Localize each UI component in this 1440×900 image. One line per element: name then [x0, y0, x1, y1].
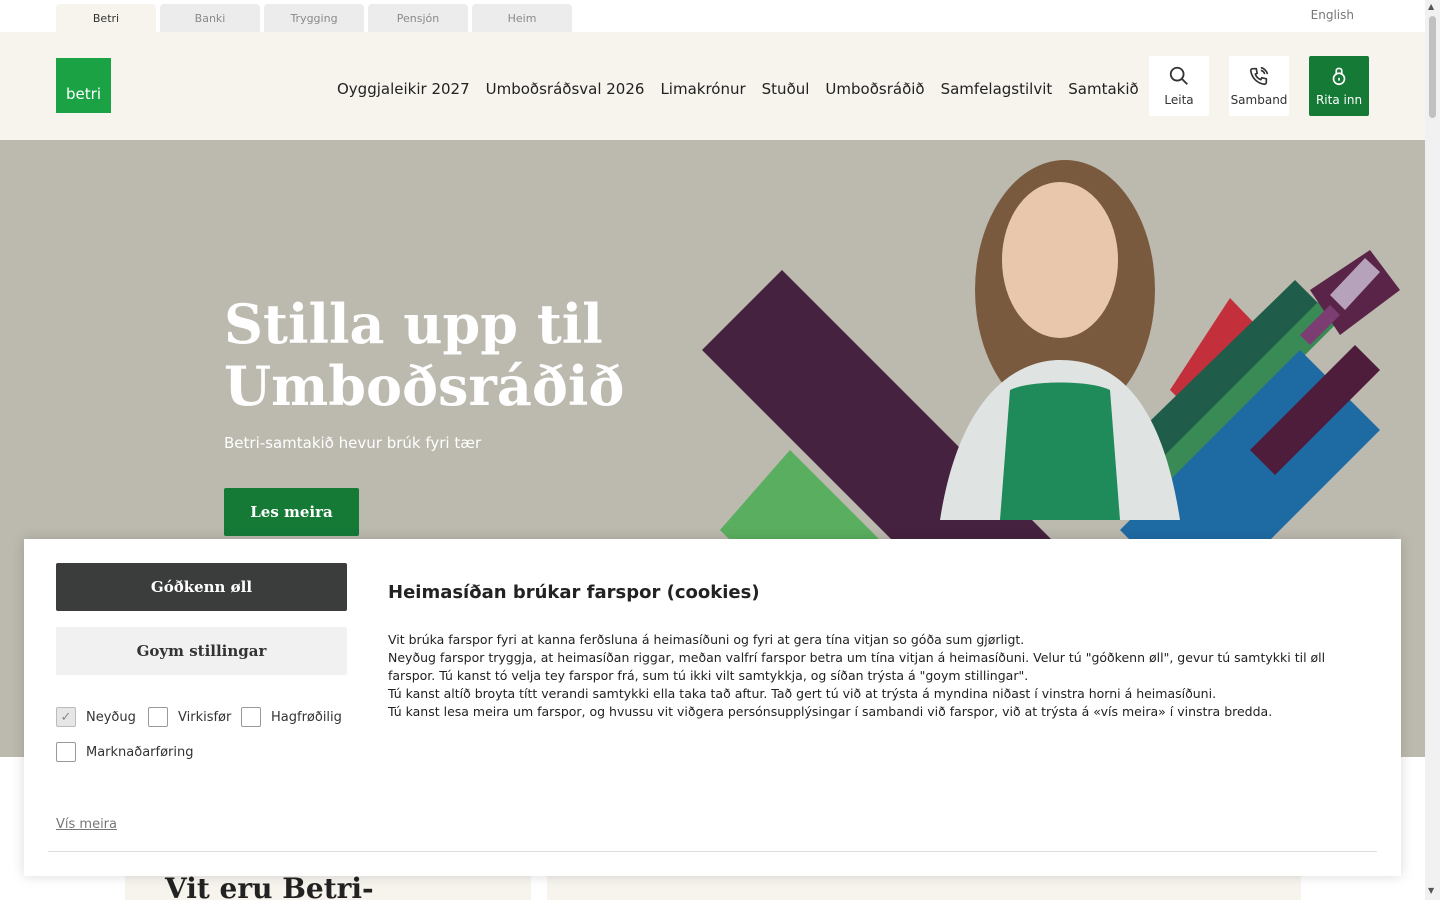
- main-nav: Oyggjaleikir 2027 Umboðsráðsval 2026 Lim…: [337, 80, 1139, 98]
- phone-icon: [1249, 66, 1269, 86]
- scrollbar-thumb[interactable]: [1429, 16, 1436, 118]
- brand-tab-bar: Betri Banki Trygging Pensjón Heim Englis…: [0, 0, 1425, 32]
- cookie-banner: Góðkenn øll Goym stillingar ✓ Neyðug Vir…: [24, 539, 1401, 876]
- lock-icon: [1332, 67, 1346, 86]
- language-link[interactable]: English: [1311, 8, 1354, 22]
- search-icon: [1169, 66, 1188, 85]
- tab-pensjon[interactable]: Pensjón: [368, 4, 468, 32]
- checkbox-label: Marknaðarføring: [86, 744, 194, 760]
- checkbox-box: [241, 707, 261, 727]
- tab-trygging[interactable]: Trygging: [264, 4, 364, 32]
- nav-item-umbodsradsval[interactable]: Umboðsráðsval 2026: [486, 80, 645, 98]
- checkbox-label: Hagfrøðilig: [271, 709, 342, 725]
- checkbox-label: Virkisfør: [178, 709, 232, 725]
- cookie-paragraph: Neyðug farspor tryggja, at heimasíðan ri…: [388, 650, 1326, 683]
- search-button[interactable]: Leita: [1149, 56, 1209, 116]
- page-scrollbar[interactable]: ▲ ▼: [1425, 0, 1440, 900]
- checkbox-functional[interactable]: Virkisfør: [148, 707, 231, 727]
- nav-item-oyggjaleikir[interactable]: Oyggjaleikir 2027: [337, 80, 470, 98]
- divider: [48, 851, 1377, 852]
- checkbox-label: Neyðug: [86, 709, 136, 725]
- checkbox-necessary[interactable]: ✓ Neyðug: [56, 707, 136, 727]
- tab-banki[interactable]: Banki: [160, 4, 260, 32]
- hero-title: Stilla upp til Umboðsráðið: [224, 292, 625, 418]
- checkbox-box: [148, 707, 168, 727]
- checkmark-icon: ✓: [56, 707, 76, 727]
- nav-item-studul[interactable]: Stuðul: [762, 80, 810, 98]
- scroll-up-icon[interactable]: ▲: [1428, 2, 1434, 11]
- nav-item-limakronur[interactable]: Limakrónur: [660, 80, 745, 98]
- cookie-paragraph: Tú kanst lesa meira um farspor, og hvuss…: [388, 704, 1273, 719]
- search-label: Leita: [1164, 93, 1194, 107]
- nav-item-samtakid[interactable]: Samtakið: [1068, 80, 1138, 98]
- save-settings-button[interactable]: Goym stillingar: [56, 627, 347, 675]
- show-more-link[interactable]: Vís meira: [56, 817, 117, 832]
- site-header: betri Oyggjaleikir 2027 Umboðsráðsval 20…: [0, 32, 1425, 140]
- accept-all-button[interactable]: Góðkenn øll: [56, 563, 347, 611]
- read-more-button[interactable]: Les meira: [224, 488, 359, 536]
- contact-button[interactable]: Samband: [1229, 56, 1289, 116]
- cookie-title: Heimasíðan brúkar farspor (cookies): [388, 582, 760, 603]
- nav-item-umbodsradid[interactable]: Umboðsráðið: [825, 80, 924, 98]
- contact-label: Samband: [1230, 93, 1288, 107]
- cookie-paragraph: Tú kanst altíð broyta títt verandi samty…: [388, 686, 1217, 701]
- login-label: Rita inn: [1315, 93, 1363, 107]
- betri-logo[interactable]: betri: [56, 58, 111, 113]
- tab-heim[interactable]: Heim: [472, 4, 572, 32]
- hero-subtitle: Betri-samtakið hevur brúk fyri tær: [224, 434, 482, 452]
- cookie-paragraph: Vit brúka farspor fyri at kanna ferðslun…: [388, 632, 1025, 647]
- checkbox-statistics[interactable]: Hagfrøðilig: [241, 707, 342, 727]
- checkbox-box: [56, 742, 76, 762]
- login-button[interactable]: Rita inn: [1309, 56, 1369, 116]
- nav-item-samfelagstilvit[interactable]: Samfelagstilvit: [941, 80, 1053, 98]
- tab-betri[interactable]: Betri: [56, 4, 156, 32]
- checkbox-marketing[interactable]: Marknaðarføring: [56, 742, 194, 762]
- scroll-down-icon[interactable]: ▼: [1428, 886, 1434, 895]
- intro-title: Vit eru Betri-: [165, 872, 374, 900]
- cookie-description: Vit brúka farspor fyri at kanna ferðslun…: [388, 631, 1368, 721]
